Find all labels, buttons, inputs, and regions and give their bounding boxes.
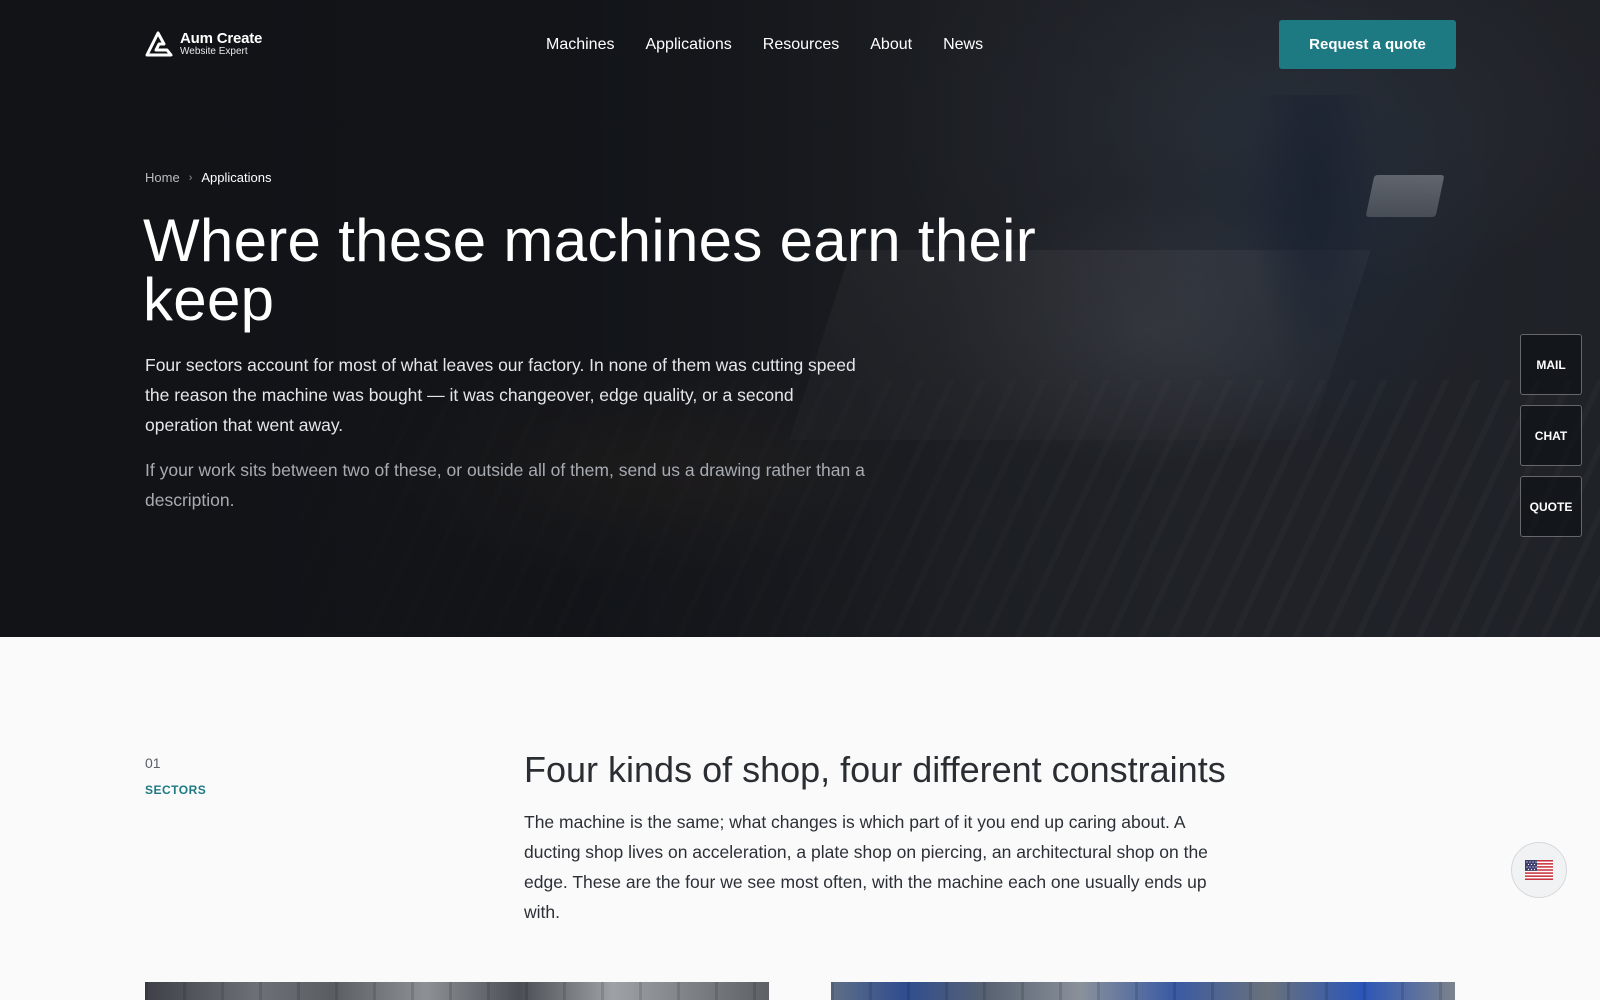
main-nav: Machines Applications Resources About Ne… bbox=[546, 36, 983, 54]
chat-button[interactable]: CHAT bbox=[1520, 405, 1582, 466]
sector-card-image[interactable] bbox=[831, 982, 1455, 1000]
site-header: Aum Create Website Expert Machines Appli… bbox=[0, 0, 1600, 90]
nav-item-about[interactable]: About bbox=[870, 36, 912, 54]
logo-tagline: Website Expert bbox=[180, 46, 248, 57]
breadcrumb-home[interactable]: Home bbox=[145, 170, 180, 185]
contact-rail: MAIL CHAT QUOTE bbox=[1520, 334, 1582, 537]
us-flag-icon bbox=[1525, 860, 1553, 880]
mail-button[interactable]: MAIL bbox=[1520, 334, 1582, 395]
section-title: Four kinds of shop, four different const… bbox=[524, 749, 1226, 790]
breadcrumb-separator: › bbox=[188, 171, 193, 184]
hero-note-text: If your work sits between two of these, … bbox=[145, 460, 865, 510]
language-switcher[interactable] bbox=[1511, 842, 1567, 898]
logo[interactable]: Aum Create Website Expert bbox=[145, 30, 262, 58]
sector-card-image[interactable] bbox=[145, 982, 769, 1000]
nav-item-machines[interactable]: Machines bbox=[546, 36, 614, 54]
hero-lead-text: Four sectors account for most of what le… bbox=[145, 355, 856, 435]
breadcrumb-current: Applications bbox=[201, 170, 272, 185]
nav-item-resources[interactable]: Resources bbox=[763, 36, 839, 54]
section-body-text: The machine is the same; what changes is… bbox=[524, 812, 1208, 922]
page-title: Where these machines earn their keep bbox=[143, 207, 1037, 333]
section-tag: SECTORS bbox=[145, 783, 207, 797]
logo-icon bbox=[145, 31, 173, 57]
logo-name: Aum Create bbox=[180, 30, 263, 47]
request-quote-button[interactable]: Request a quote bbox=[1279, 20, 1456, 69]
nav-item-applications[interactable]: Applications bbox=[645, 36, 731, 54]
nav-item-news[interactable]: News bbox=[943, 36, 983, 54]
hero-section: Aum Create Website Expert Machines Appli… bbox=[0, 0, 1600, 637]
breadcrumb: Home › Applications bbox=[145, 170, 271, 185]
quote-side-button[interactable]: QUOTE bbox=[1520, 476, 1582, 537]
section-number: 01 bbox=[145, 755, 161, 771]
